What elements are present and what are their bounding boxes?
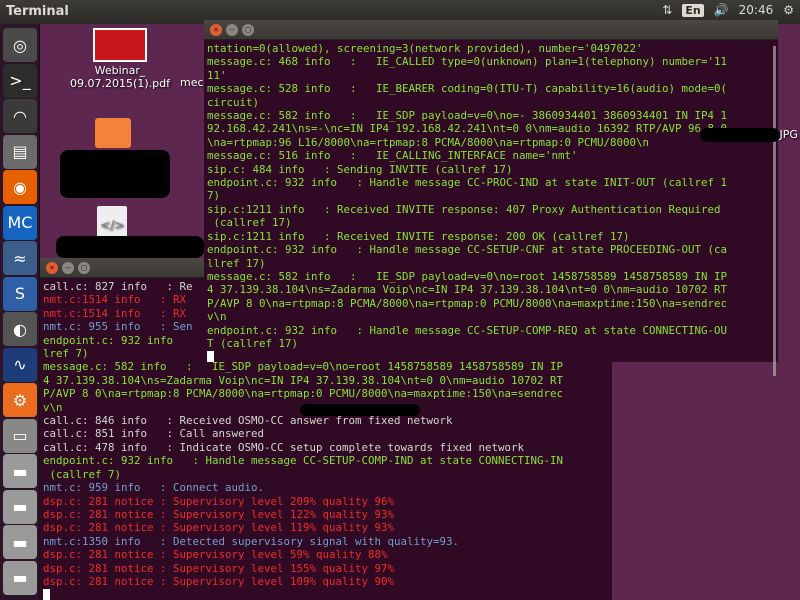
terminal-line: sip.c: 484 info : Sending INVITE (callre… [207, 162, 513, 176]
pdf-thumbnail-icon [93, 28, 147, 62]
terminal-line: endpoint.c: 932 info : Handle message CC… [207, 176, 728, 190]
terminal-line: ntation=0(allowed), screening=3(network … [207, 42, 643, 55]
app-mc-icon[interactable]: MC [3, 205, 37, 240]
terminal-line: sip.c:1211 info : Received INVITE respon… [207, 202, 721, 216]
redaction-mark [60, 150, 170, 198]
maximize-icon[interactable]: □ [78, 262, 90, 274]
settings-gear-icon[interactable]: ⚙ [3, 383, 37, 417]
terminal-line: 4 37.139.38.104\ns=Zadarma Voip\nc=IN IP… [43, 373, 564, 387]
terminal-line: (callref 17) [207, 216, 292, 230]
redaction-mark [300, 404, 420, 416]
mec-label: mec [180, 76, 204, 89]
minimize-icon[interactable]: – [62, 262, 74, 274]
terminal-line: sip.c:1211 info : Received INVITE respon… [207, 229, 630, 243]
pdf-label-line2: 09.07.2015(1).pdf [70, 77, 170, 90]
redaction-mark [56, 236, 204, 258]
terminal-line: endpoint.c: 932 info : Handle message CC… [207, 323, 728, 337]
close-icon[interactable]: × [210, 24, 222, 36]
folder-icon [95, 118, 131, 148]
terminal-front-titlebar[interactable]: × – □ [204, 20, 778, 40]
terminal-line: message.c: 582 info : IE_SDP payload=v=0… [43, 360, 564, 374]
trash-icon[interactable]: ▬ [3, 560, 37, 595]
terminal-line: circuit) [207, 95, 260, 109]
terminal-line: message.c: 582 info : IE_SDP payload=v=0… [207, 269, 728, 283]
files-icon[interactable]: ▤ [3, 134, 37, 169]
terminal-line: dsp.c: 281 notice : Supervisory level 11… [43, 521, 395, 535]
terminal-line: call.c: 851 info : Call answered [43, 427, 265, 441]
launcher: ◎ >_ ◠ ▤ ◉ MC ≈ S ◐ ∿ ⚙ ▭ ▬ ▬ ▬ ▬ [0, 24, 40, 600]
clock[interactable]: 20:46 [739, 3, 774, 17]
terminal-line: 7) [207, 189, 221, 203]
wave-app-icon[interactable]: ≈ [3, 241, 37, 275]
maximize-icon[interactable]: □ [242, 24, 254, 36]
ubuntu-icon[interactable]: ◎ [3, 28, 37, 62]
terminal-icon[interactable]: >_ [3, 63, 37, 98]
terminal-line: 11' [207, 68, 227, 82]
terminal-line: call.c: 846 info : Received OSMO-CC answ… [43, 414, 453, 428]
redaction-mark [700, 128, 780, 142]
window-icon[interactable]: ▭ [3, 418, 37, 453]
drive-icon[interactable]: ▬ [3, 525, 37, 559]
terminal-line: (callref 7) [43, 467, 122, 481]
minimize-icon[interactable]: – [226, 24, 238, 36]
terminal-cursor [207, 351, 214, 362]
terminal-line: message.c: 468 info : IE_CALLED type=0(u… [207, 55, 728, 69]
terminal-line: 4 37.139.38.104\ns=Zadarma Voip\nc=IN IP… [207, 283, 728, 297]
terminal-line: endpoint.c: 932 info : Handle message CC… [43, 454, 564, 468]
terminal-line: message.c: 528 info : IE_BEARER coding=0… [207, 82, 728, 96]
terminal-line: v\n [207, 310, 227, 324]
terminal-line: dsp.c: 281 notice : Supervisory level 15… [43, 561, 395, 575]
power-gear-icon[interactable]: ⚙ [783, 3, 794, 17]
terminal-line: \na=rtpmap:96 L16/8000\na=rtpmap:8 PCMA/… [207, 135, 650, 149]
active-app-title: Terminal [6, 4, 69, 19]
volume-icon[interactable]: 🔊 [714, 3, 729, 17]
close-icon[interactable]: × [46, 262, 58, 274]
terminal-line: dsp.c: 281 notice : Supervisory level 20… [43, 494, 395, 508]
system-tray: ⇅ En 🔊 20:46 ⚙ [662, 3, 794, 17]
terminal-line: call.c: 478 info : Indicate OSMO-CC setu… [43, 440, 525, 454]
terminal-line: P/AVP 8 0\na=rtpmap:8 PCMA/8000\na=rtpma… [207, 296, 728, 310]
s-app-icon[interactable]: S [3, 276, 37, 311]
terminal-cursor [43, 589, 50, 600]
terminal-window-front[interactable]: × – □ ntation=0(allowed), screening=3(ne… [204, 20, 778, 376]
terminal-front-output[interactable]: ntation=0(allowed), screening=3(network … [204, 40, 778, 362]
wifi-icon[interactable]: ◠ [3, 99, 37, 133]
terminal-line: message.c: 516 info : IE_CALLING_INTERFA… [207, 149, 578, 163]
desktop-pdf-file[interactable]: Webinar_ 09.07.2015(1).pdf [70, 28, 170, 90]
terminal-line: 92.168.42.241\ns=-\nc=IN IP4 192.168.42.… [207, 122, 728, 136]
terminal-line: endpoint.c: 932 info : Handle message CC… [207, 243, 728, 257]
terminal-scrollbar[interactable] [773, 46, 776, 376]
terminal-line: nmt.c: 959 info : Connect audio. [43, 481, 265, 495]
network-transfer-icon[interactable]: ⇅ [662, 3, 672, 17]
terminal-line: nmt.c:1350 info : Detected supervisory s… [43, 534, 460, 548]
scope-icon[interactable]: ∿ [3, 347, 37, 382]
desktop-folder[interactable] [88, 118, 138, 148]
terminal-line: dsp.c: 281 notice : Supervisory level 12… [43, 507, 395, 521]
keyboard-layout-indicator[interactable]: En [682, 3, 704, 17]
terminal-line: message.c: 582 info : IE_SDP payload=v=0… [207, 109, 728, 123]
terminal-line: T (callref 17) [207, 336, 299, 350]
drive-icon[interactable]: ▬ [3, 454, 37, 488]
terminal-line: P/AVP 8 0\na=rtpmap:8 PCMA/8000\na=rtpma… [43, 387, 564, 401]
desktop-file-mec[interactable]: mec [180, 76, 204, 89]
terminal-line: dsp.c: 281 notice : Supervisory level 10… [43, 574, 395, 588]
pdf-label-line1: Webinar_ [94, 64, 146, 77]
firefox-icon[interactable]: ◉ [3, 170, 37, 204]
user-photo-icon[interactable]: ◐ [3, 312, 37, 346]
terminal-line: dsp.c: 281 notice : Supervisory level 59… [43, 548, 388, 562]
terminal-line: llref 17) [207, 256, 266, 270]
drive-icon[interactable]: ▬ [3, 489, 37, 524]
